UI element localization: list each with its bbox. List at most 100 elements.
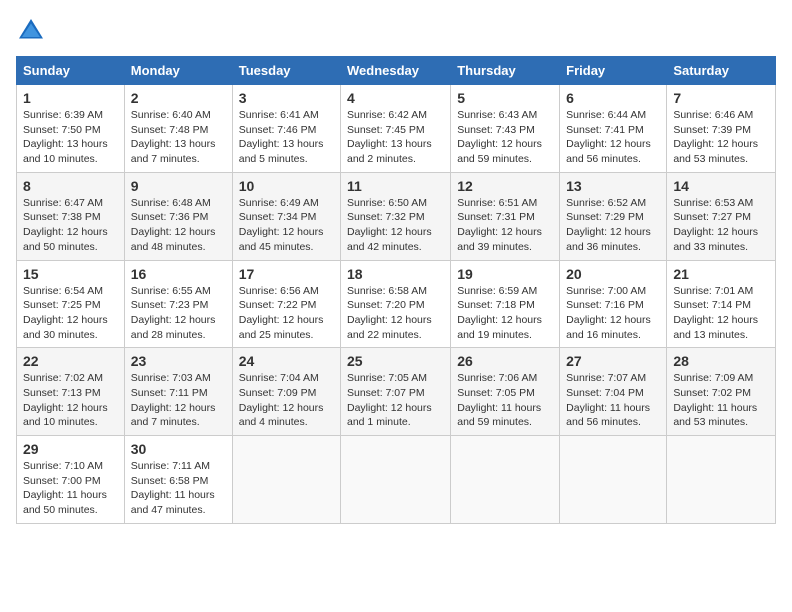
calendar-cell: 2 Sunrise: 6:40 AMSunset: 7:48 PMDaylight… — [124, 85, 232, 173]
calendar-cell: 24 Sunrise: 7:04 AMSunset: 7:09 PMDayligh… — [232, 348, 340, 436]
day-detail: Sunrise: 6:41 AMSunset: 7:46 PMDaylight:… — [239, 108, 334, 167]
day-detail: Sunrise: 6:49 AMSunset: 7:34 PMDaylight:… — [239, 196, 334, 255]
header-row: SundayMondayTuesdayWednesdayThursdayFrid… — [17, 57, 776, 85]
day-number: 22 — [23, 353, 118, 369]
day-detail: Sunrise: 6:46 AMSunset: 7:39 PMDaylight:… — [673, 108, 769, 167]
calendar-cell: 11 Sunrise: 6:50 AMSunset: 7:32 PMDayligh… — [341, 172, 451, 260]
day-number: 4 — [347, 90, 444, 106]
day-detail: Sunrise: 7:07 AMSunset: 7:04 PMDaylight:… — [566, 371, 660, 430]
day-number: 23 — [131, 353, 226, 369]
calendar-cell: 18Sunrise: 6:58 AMSunset: 7:20 PMDayligh… — [341, 260, 451, 348]
day-detail: Sunrise: 7:09 AMSunset: 7:02 PMDaylight:… — [673, 371, 769, 430]
calendar-cell: 6 Sunrise: 6:44 AMSunset: 7:41 PMDaylight… — [560, 85, 667, 173]
day-detail: Sunrise: 6:50 AMSunset: 7:32 PMDaylight:… — [347, 196, 444, 255]
day-detail: Sunrise: 7:01 AMSunset: 7:14 PMDaylight:… — [673, 284, 769, 343]
day-number: 14 — [673, 178, 769, 194]
calendar-cell: 1Sunrise: 6:39 AMSunset: 7:50 PMDaylight… — [17, 85, 125, 173]
calendar-cell: 27Sunrise: 7:07 AMSunset: 7:04 PMDayligh… — [560, 348, 667, 436]
day-detail: Sunrise: 6:58 AMSunset: 7:20 PMDaylight:… — [347, 284, 444, 343]
day-number: 28 — [673, 353, 769, 369]
calendar-cell: 19 Sunrise: 6:59 AMSunset: 7:18 PMDayligh… — [451, 260, 560, 348]
day-number: 24 — [239, 353, 334, 369]
calendar-cell: 15 Sunrise: 6:54 AMSunset: 7:25 PMDayligh… — [17, 260, 125, 348]
col-header-tuesday: Tuesday — [232, 57, 340, 85]
calendar-cell: 13 Sunrise: 6:52 AMSunset: 7:29 PMDayligh… — [560, 172, 667, 260]
day-detail: Sunrise: 6:42 AMSunset: 7:45 PMDaylight:… — [347, 108, 444, 167]
day-number: 30 — [131, 441, 226, 457]
calendar-cell: 10 Sunrise: 6:49 AMSunset: 7:34 PMDayligh… — [232, 172, 340, 260]
day-number: 25 — [347, 353, 444, 369]
calendar-cell: 7Sunrise: 6:46 AMSunset: 7:39 PMDaylight… — [667, 85, 776, 173]
logo — [16, 16, 50, 46]
day-number: 12 — [457, 178, 553, 194]
calendar-cell — [451, 436, 560, 524]
calendar-cell: 29 Sunrise: 7:10 AMSunset: 7:00 PMDayligh… — [17, 436, 125, 524]
day-number: 19 — [457, 266, 553, 282]
day-number: 8 — [23, 178, 118, 194]
day-number: 11 — [347, 178, 444, 194]
calendar-cell — [232, 436, 340, 524]
calendar-cell: 5 Sunrise: 6:43 AMSunset: 7:43 PMDaylight… — [451, 85, 560, 173]
week-row-1: 1Sunrise: 6:39 AMSunset: 7:50 PMDaylight… — [17, 85, 776, 173]
calendar-cell: 4 Sunrise: 6:42 AMSunset: 7:45 PMDaylight… — [341, 85, 451, 173]
calendar-cell: 14Sunrise: 6:53 AMSunset: 7:27 PMDayligh… — [667, 172, 776, 260]
day-number: 26 — [457, 353, 553, 369]
calendar-cell: 17 Sunrise: 6:56 AMSunset: 7:22 PMDayligh… — [232, 260, 340, 348]
calendar-table: SundayMondayTuesdayWednesdayThursdayFrid… — [16, 56, 776, 524]
day-number: 15 — [23, 266, 118, 282]
calendar-cell: 8 Sunrise: 6:47 AMSunset: 7:38 PMDaylight… — [17, 172, 125, 260]
calendar-cell: 22 Sunrise: 7:02 AMSunset: 7:13 PMDayligh… — [17, 348, 125, 436]
day-number: 29 — [23, 441, 118, 457]
calendar-cell: 9 Sunrise: 6:48 AMSunset: 7:36 PMDaylight… — [124, 172, 232, 260]
week-row-3: 15 Sunrise: 6:54 AMSunset: 7:25 PMDayligh… — [17, 260, 776, 348]
day-detail: Sunrise: 6:48 AMSunset: 7:36 PMDaylight:… — [131, 196, 226, 255]
day-number: 1 — [23, 90, 118, 106]
day-number: 3 — [239, 90, 334, 106]
week-row-5: 29 Sunrise: 7:10 AMSunset: 7:00 PMDayligh… — [17, 436, 776, 524]
day-number: 6 — [566, 90, 660, 106]
calendar-cell: 12 Sunrise: 6:51 AMSunset: 7:31 PMDayligh… — [451, 172, 560, 260]
day-detail: Sunrise: 7:04 AMSunset: 7:09 PMDaylight:… — [239, 371, 334, 430]
week-row-2: 8 Sunrise: 6:47 AMSunset: 7:38 PMDaylight… — [17, 172, 776, 260]
calendar-cell: 28 Sunrise: 7:09 AMSunset: 7:02 PMDayligh… — [667, 348, 776, 436]
day-detail: Sunrise: 7:02 AMSunset: 7:13 PMDaylight:… — [23, 371, 118, 430]
logo-icon — [16, 16, 46, 46]
calendar-cell: 23Sunrise: 7:03 AMSunset: 7:11 PMDayligh… — [124, 348, 232, 436]
col-header-saturday: Saturday — [667, 57, 776, 85]
day-number: 16 — [131, 266, 226, 282]
calendar-cell — [341, 436, 451, 524]
day-detail: Sunrise: 6:59 AMSunset: 7:18 PMDaylight:… — [457, 284, 553, 343]
day-number: 13 — [566, 178, 660, 194]
day-detail: Sunrise: 7:00 AMSunset: 7:16 PMDaylight:… — [566, 284, 660, 343]
col-header-thursday: Thursday — [451, 57, 560, 85]
calendar-cell: 3 Sunrise: 6:41 AMSunset: 7:46 PMDaylight… — [232, 85, 340, 173]
day-detail: Sunrise: 6:44 AMSunset: 7:41 PMDaylight:… — [566, 108, 660, 167]
day-detail: Sunrise: 7:05 AMSunset: 7:07 PMDaylight:… — [347, 371, 444, 430]
day-detail: Sunrise: 7:10 AMSunset: 7:00 PMDaylight:… — [23, 459, 118, 518]
day-detail: Sunrise: 6:51 AMSunset: 7:31 PMDaylight:… — [457, 196, 553, 255]
col-header-friday: Friday — [560, 57, 667, 85]
day-number: 9 — [131, 178, 226, 194]
week-row-4: 22 Sunrise: 7:02 AMSunset: 7:13 PMDayligh… — [17, 348, 776, 436]
day-detail: Sunrise: 7:11 AMSunset: 6:58 PMDaylight:… — [131, 459, 226, 518]
day-number: 10 — [239, 178, 334, 194]
day-detail: Sunrise: 7:06 AMSunset: 7:05 PMDaylight:… — [457, 371, 553, 430]
col-header-wednesday: Wednesday — [341, 57, 451, 85]
day-number: 17 — [239, 266, 334, 282]
day-detail: Sunrise: 6:54 AMSunset: 7:25 PMDaylight:… — [23, 284, 118, 343]
calendar-cell — [667, 436, 776, 524]
day-detail: Sunrise: 6:40 AMSunset: 7:48 PMDaylight:… — [131, 108, 226, 167]
day-detail: Sunrise: 6:56 AMSunset: 7:22 PMDaylight:… — [239, 284, 334, 343]
day-number: 2 — [131, 90, 226, 106]
day-number: 5 — [457, 90, 553, 106]
day-detail: Sunrise: 6:52 AMSunset: 7:29 PMDaylight:… — [566, 196, 660, 255]
calendar-cell — [560, 436, 667, 524]
day-detail: Sunrise: 6:55 AMSunset: 7:23 PMDaylight:… — [131, 284, 226, 343]
col-header-sunday: Sunday — [17, 57, 125, 85]
day-number: 20 — [566, 266, 660, 282]
day-detail: Sunrise: 6:47 AMSunset: 7:38 PMDaylight:… — [23, 196, 118, 255]
calendar-cell: 26 Sunrise: 7:06 AMSunset: 7:05 PMDayligh… — [451, 348, 560, 436]
header — [16, 16, 776, 46]
day-detail: Sunrise: 6:43 AMSunset: 7:43 PMDaylight:… — [457, 108, 553, 167]
calendar-cell: 16 Sunrise: 6:55 AMSunset: 7:23 PMDayligh… — [124, 260, 232, 348]
